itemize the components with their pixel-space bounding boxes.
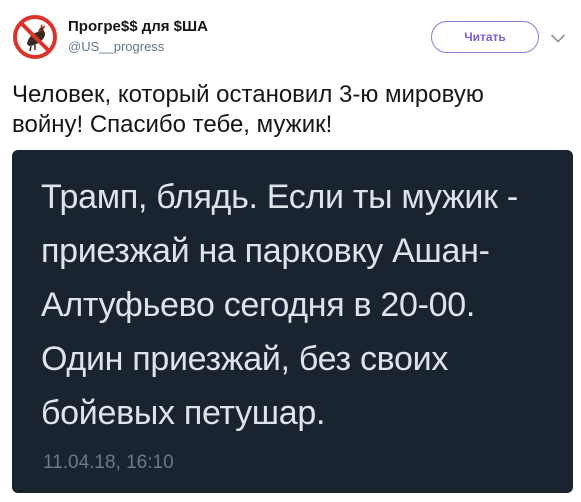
tweet-text: Человек, который остановил 3-ю мировую в… [12, 80, 572, 140]
media-text-line: приезжай на парковку Ашан- [41, 232, 490, 270]
author-avatar[interactable] [11, 13, 59, 61]
media-message-text: Трамп, блядь. Если ты мужик - приезжай н… [41, 170, 518, 440]
follow-button[interactable]: Читать [431, 21, 539, 53]
media-text-line: Алтуфьево сегодня в 20-00. [41, 286, 476, 324]
media-text-line: Один приезжай, без своих [41, 340, 449, 378]
tweet-text-line: войну! Спасибо тебе, мужик! [12, 111, 333, 138]
chevron-down-icon [551, 34, 565, 42]
media-timestamp: 11.04.18, 16:10 [43, 452, 174, 473]
tweet-media-image[interactable]: Трамп, блядь. Если ты мужик - приезжай н… [12, 150, 573, 493]
tweet-text-line: Человек, который остановил 3-ю мировую [12, 81, 484, 108]
author-handle[interactable]: @US__progress [68, 38, 164, 56]
media-text-line: бойевых петушар. [41, 394, 326, 432]
tweet-menu-button[interactable] [548, 28, 568, 48]
author-name[interactable]: Прогре$$ для $ША [68, 17, 208, 37]
media-text-line: Трамп, блядь. Если ты мужик - [41, 178, 518, 216]
no-rooster-avatar-icon [12, 14, 58, 60]
tweet-card: Прогре$$ для $ША @US__progress Читать Че… [0, 0, 581, 502]
